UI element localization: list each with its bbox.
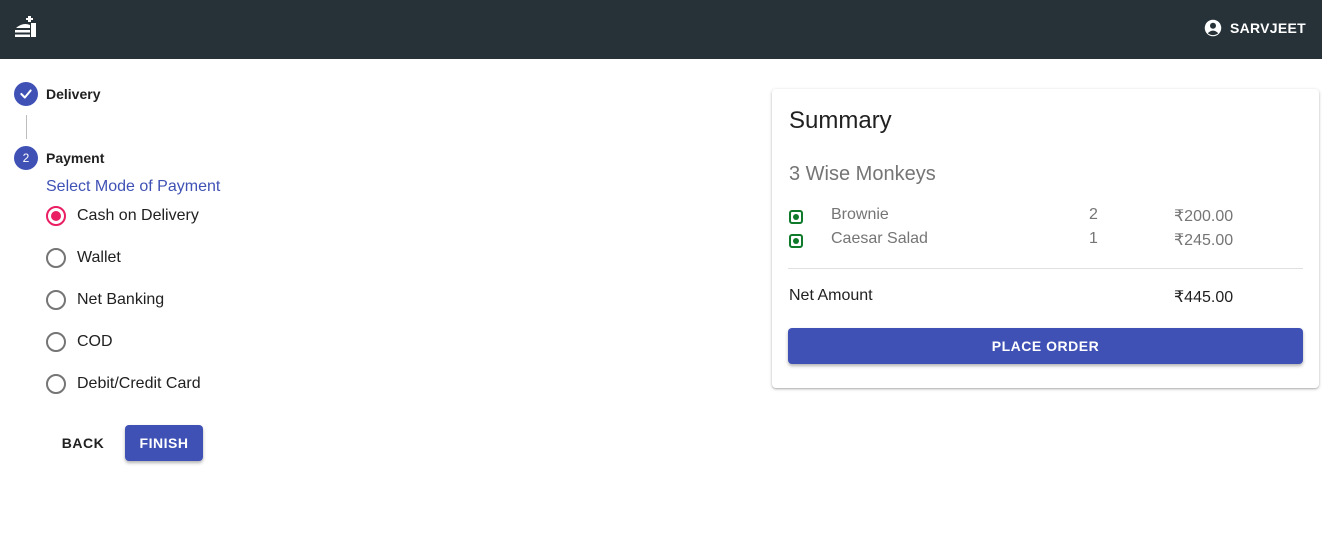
radio-label: Cash on Delivery <box>77 207 199 224</box>
step-label: Payment <box>46 150 105 166</box>
summary-card: Summary 3 Wise Monkeys Brownie 2 ₹200.00… <box>772 89 1319 388</box>
radio-wallet[interactable]: Wallet <box>46 248 121 268</box>
item-quantity: 2 <box>1089 206 1098 223</box>
payment-mode-title: Select Mode of Payment <box>46 178 221 195</box>
radio-net-banking[interactable]: Net Banking <box>46 290 164 310</box>
item-quantity: 1 <box>1089 230 1098 247</box>
radio-button[interactable] <box>46 332 66 352</box>
veg-indicator-icon <box>789 234 803 248</box>
radio-label: Wallet <box>77 249 121 266</box>
net-amount-label: Net Amount <box>789 287 873 304</box>
summary-title: Summary <box>789 107 892 134</box>
step-delivery: Delivery <box>14 82 100 106</box>
radio-label: COD <box>77 333 113 350</box>
app-bar: SARVJEET <box>0 0 1322 59</box>
radio-button-checked[interactable] <box>46 206 66 226</box>
restaurant-name: 3 Wise Monkeys <box>789 163 936 185</box>
check-icon <box>20 89 32 99</box>
radio-label: Net Banking <box>77 291 165 308</box>
item-name: Caesar Salad <box>831 230 928 247</box>
radio-button[interactable] <box>46 248 66 268</box>
finish-button[interactable]: FINISH <box>125 425 203 461</box>
radio-cash-on-delivery[interactable]: Cash on Delivery <box>46 206 199 226</box>
radio-button[interactable] <box>46 374 66 394</box>
place-order-button[interactable]: PLACE ORDER <box>788 328 1303 364</box>
order-item: Caesar Salad 1 ₹245.00 <box>789 230 1309 252</box>
radio-label: Debit/Credit Card <box>77 375 201 392</box>
divider <box>788 268 1303 269</box>
order-item: Brownie 2 ₹200.00 <box>789 206 1309 228</box>
veg-indicator-icon <box>789 210 803 224</box>
radio-debit-credit-card[interactable]: Debit/Credit Card <box>46 374 201 394</box>
account-circle-icon <box>1204 19 1222 37</box>
radio-button[interactable] <box>46 290 66 310</box>
step-label: Delivery <box>46 86 101 102</box>
item-price: ₹245.00 <box>1174 232 1234 249</box>
back-button[interactable]: BACK <box>50 425 116 461</box>
step-number: 2 <box>14 146 38 170</box>
restaurant-cloche-icon[interactable] <box>14 16 38 38</box>
item-price: ₹200.00 <box>1174 208 1234 225</box>
username: SARVJEET <box>1229 20 1306 36</box>
radio-cod[interactable]: COD <box>46 332 113 352</box>
step-connector <box>26 115 27 139</box>
net-amount-value: ₹445.00 <box>1174 289 1234 306</box>
step-completed-indicator <box>14 82 38 106</box>
user-menu[interactable]: SARVJEET <box>1204 18 1306 38</box>
item-name: Brownie <box>831 206 889 223</box>
step-payment: 2 Payment <box>14 146 104 170</box>
